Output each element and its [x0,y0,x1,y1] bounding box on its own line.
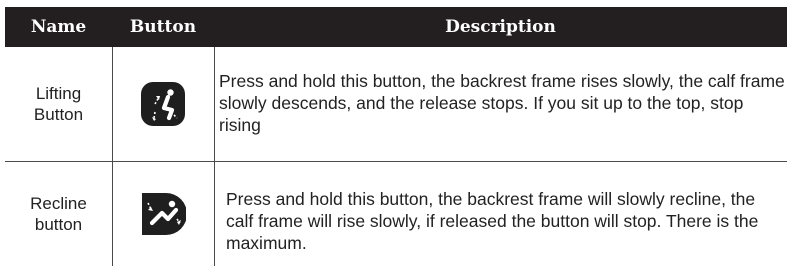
column-header-name: Name [30,17,87,37]
table-row: Lifting Button Press and hold this butto… [5,47,787,161]
button-table: Name Button Description Lifting Button P… [5,7,787,266]
button-icon-cell [112,162,214,266]
button-name: Lifting Button [33,84,84,124]
column-header-description: Description [445,17,556,37]
button-description: Press and hold this button, the backrest… [226,189,759,253]
column-header-button: Button [129,17,197,37]
button-name: Recline button [30,194,87,234]
lift-seat-icon [141,82,185,126]
button-description: Press and hold this button, the backrest… [219,71,785,135]
button-name-cell: Recline button [5,162,112,266]
button-name-cell: Lifting Button [5,47,112,161]
recline-seat-icon [142,193,186,235]
button-icon-cell [112,47,214,161]
table-header: Name Button Description [5,7,787,47]
table-row: Recline button Press and hold this butto… [5,162,787,266]
